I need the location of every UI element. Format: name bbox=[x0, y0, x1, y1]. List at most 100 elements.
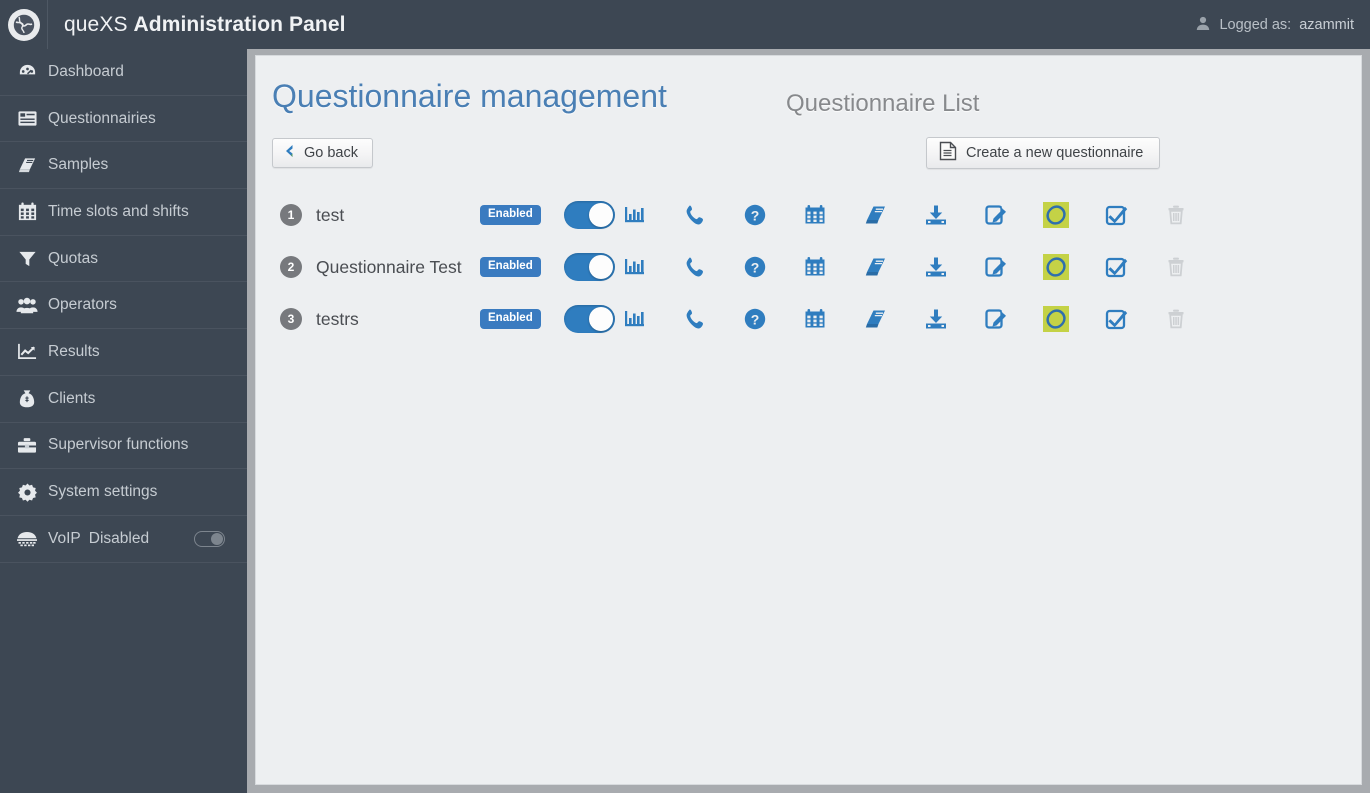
username: azammit bbox=[1299, 16, 1354, 33]
row-number-badge: 2 bbox=[280, 256, 302, 278]
questionnaire-name: Questionnaire Test bbox=[316, 256, 462, 277]
page-title: Questionnaire management bbox=[272, 78, 667, 114]
book-icon bbox=[14, 154, 40, 176]
create-questionnaire-button[interactable]: Create a new questionnaire bbox=[926, 137, 1161, 169]
row-number-badge: 3 bbox=[280, 308, 302, 330]
book-icon[interactable] bbox=[860, 251, 892, 283]
sidebar-item-label: Time slots and shifts bbox=[48, 202, 189, 220]
logged-as[interactable]: Logged as: azammit bbox=[1195, 0, 1354, 49]
download-icon[interactable] bbox=[920, 303, 952, 335]
app-window: queXS Administration Panel Logged as: az… bbox=[0, 0, 1370, 793]
sidebar-item-dashboard[interactable]: Dashboard bbox=[0, 49, 247, 96]
globe-icon bbox=[7, 8, 40, 41]
calendar-icon[interactable] bbox=[799, 199, 831, 231]
list-icon bbox=[14, 108, 40, 130]
sidebar-item-label: VoIP bbox=[48, 529, 81, 547]
table-row: 2 Questionnaire Test Enabled ? bbox=[256, 241, 1361, 293]
questionnaire-name: testrs bbox=[316, 308, 359, 329]
sidebar-item-questionnairies[interactable]: Questionnairies bbox=[0, 96, 247, 143]
go-back-button[interactable]: Go back bbox=[272, 138, 373, 168]
limesurvey-icon[interactable] bbox=[1040, 251, 1072, 283]
trash-icon[interactable] bbox=[1160, 251, 1192, 283]
limesurvey-icon[interactable] bbox=[1040, 303, 1072, 335]
phone-icon[interactable] bbox=[679, 303, 711, 335]
sidebar-item-label: Samples bbox=[48, 156, 109, 174]
sidebar-item-results[interactable]: Results bbox=[0, 329, 247, 376]
book-icon[interactable] bbox=[860, 199, 892, 231]
limesurvey-icon[interactable] bbox=[1040, 199, 1072, 231]
telephone-icon bbox=[14, 528, 40, 550]
svg-text:?: ? bbox=[751, 207, 760, 223]
briefcase-icon bbox=[14, 434, 40, 456]
row-number-badge: 1 bbox=[280, 204, 302, 226]
checkbox-icon[interactable] bbox=[1100, 251, 1132, 283]
calendar-icon[interactable] bbox=[799, 303, 831, 335]
calendar-icon bbox=[14, 201, 40, 223]
chevron-left-icon bbox=[283, 143, 295, 163]
gear-icon bbox=[14, 481, 40, 503]
sidebar-item-system-settings[interactable]: System settings bbox=[0, 469, 247, 516]
sidebar-item-supervisor-functions[interactable]: Supervisor functions bbox=[0, 423, 247, 470]
sidebar-item-label: Clients bbox=[48, 389, 96, 407]
trash-icon[interactable] bbox=[1160, 303, 1192, 335]
sidebar-item-label: Quotas bbox=[48, 249, 98, 267]
status-badge: Enabled bbox=[480, 256, 541, 278]
trash-icon[interactable] bbox=[1160, 199, 1192, 231]
phone-icon[interactable] bbox=[679, 199, 711, 231]
download-icon[interactable] bbox=[920, 199, 952, 231]
document-icon bbox=[939, 141, 957, 165]
enable-toggle[interactable] bbox=[564, 305, 615, 333]
sidebar-item-label: Supervisor functions bbox=[48, 436, 189, 454]
funnel-icon bbox=[14, 248, 40, 270]
sidebar-item-samples[interactable]: Samples bbox=[0, 142, 247, 190]
go-back-label: Go back bbox=[304, 145, 358, 161]
bar-chart-icon[interactable] bbox=[619, 251, 651, 283]
svg-text:?: ? bbox=[751, 259, 760, 275]
user-icon bbox=[1195, 15, 1211, 35]
sidebar-item-operators[interactable]: Operators bbox=[0, 282, 247, 330]
content-panel: Questionnaire management Questionnaire L… bbox=[255, 55, 1362, 785]
sidebar-item-label: Operators bbox=[48, 296, 117, 314]
edit-icon[interactable] bbox=[980, 303, 1012, 335]
sidebar-item-time-slots-and-shifts[interactable]: Time slots and shifts bbox=[0, 189, 247, 236]
sidebar-item-voip[interactable]: VoIP Disabled bbox=[0, 516, 247, 563]
book-icon[interactable] bbox=[860, 303, 892, 335]
money-bag-icon bbox=[14, 388, 40, 410]
questionnaire-list: 1 test Enabled ? 2 Questionnaire Test En… bbox=[256, 189, 1361, 345]
enable-toggle[interactable] bbox=[564, 253, 615, 281]
checkbox-icon[interactable] bbox=[1100, 199, 1132, 231]
table-row: 3 testrs Enabled ? bbox=[256, 293, 1361, 345]
voip-toggle[interactable] bbox=[194, 530, 225, 547]
people-icon bbox=[14, 294, 40, 316]
svg-text:?: ? bbox=[751, 311, 760, 327]
brand-bold: Administration Panel bbox=[133, 12, 346, 36]
sidebar-item-label: Dashboard bbox=[48, 62, 124, 80]
question-mark-icon[interactable]: ? bbox=[739, 303, 771, 335]
dashboard-icon bbox=[14, 61, 40, 83]
line-chart-icon bbox=[14, 341, 40, 363]
content-frame: Questionnaire management Questionnaire L… bbox=[247, 49, 1370, 793]
app-logo[interactable] bbox=[0, 0, 48, 49]
enable-toggle[interactable] bbox=[564, 201, 615, 229]
sidebar-item-clients[interactable]: Clients bbox=[0, 376, 247, 423]
bar-chart-icon[interactable] bbox=[619, 303, 651, 335]
bar-chart-icon[interactable] bbox=[619, 199, 651, 231]
download-icon[interactable] bbox=[920, 251, 952, 283]
phone-icon[interactable] bbox=[679, 251, 711, 283]
calendar-icon[interactable] bbox=[799, 251, 831, 283]
sidebar-item-label: Results bbox=[48, 342, 100, 360]
edit-icon[interactable] bbox=[980, 199, 1012, 231]
edit-icon[interactable] bbox=[980, 251, 1012, 283]
logged-label: Logged as: bbox=[1219, 16, 1292, 33]
question-mark-icon[interactable]: ? bbox=[739, 251, 771, 283]
status-badge: Enabled bbox=[480, 308, 541, 330]
app-title: queXS Administration Panel bbox=[64, 13, 346, 37]
questionnaire-name: test bbox=[316, 204, 345, 225]
status-badge: Enabled bbox=[480, 204, 541, 226]
question-mark-icon[interactable]: ? bbox=[739, 199, 771, 231]
checkbox-icon[interactable] bbox=[1100, 303, 1132, 335]
top-bar: queXS Administration Panel Logged as: az… bbox=[0, 0, 1370, 49]
sidebar-item-label: Questionnairies bbox=[48, 109, 156, 127]
sidebar-item-quotas[interactable]: Quotas bbox=[0, 236, 247, 283]
list-section-title: Questionnaire List bbox=[786, 90, 980, 117]
